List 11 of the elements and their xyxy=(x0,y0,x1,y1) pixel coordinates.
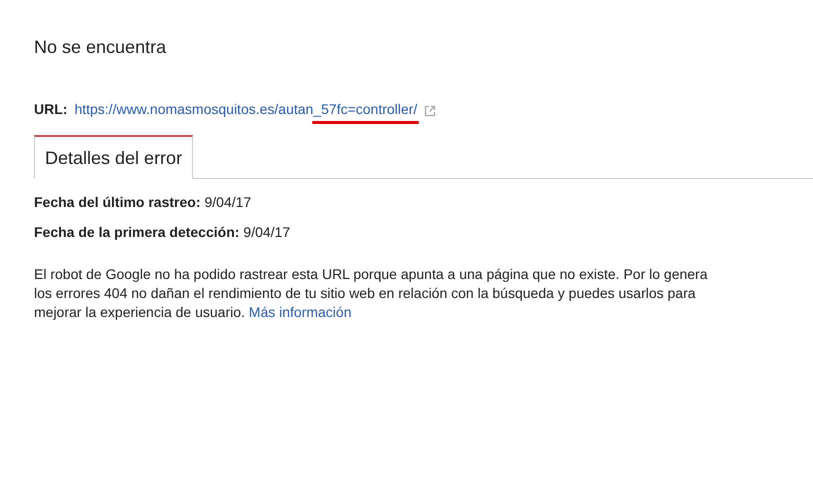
detail-label: Fecha de la primera detección: xyxy=(34,224,240,240)
description-paragraph: El robot de Google no ha podido rastrear esta URL porque apunta a una página que no existe. Por lo genera los errores 404 no dañan el rendimiento de tu sitio web en relación con la búsqueda y puedes usarlos para mejorar la experiencia de usuario. Más información xyxy=(34,265,709,322)
tab[interactable]: Detalles del error xyxy=(34,135,194,179)
detail-value: 9/04/17 xyxy=(204,194,252,210)
more-info-link[interactable]: Más información xyxy=(248,304,352,320)
external-link-icon[interactable] xyxy=(424,104,436,116)
detail-value: 9/04/17 xyxy=(243,224,290,240)
url-link[interactable]: https://www.nomasmosquitos.es/autan_57fc=controller/ xyxy=(74,101,418,117)
url-label: URL: xyxy=(34,100,68,118)
detail-label: Fecha del último rastreo: xyxy=(34,194,200,210)
page-title: No se encuentra xyxy=(34,36,168,58)
